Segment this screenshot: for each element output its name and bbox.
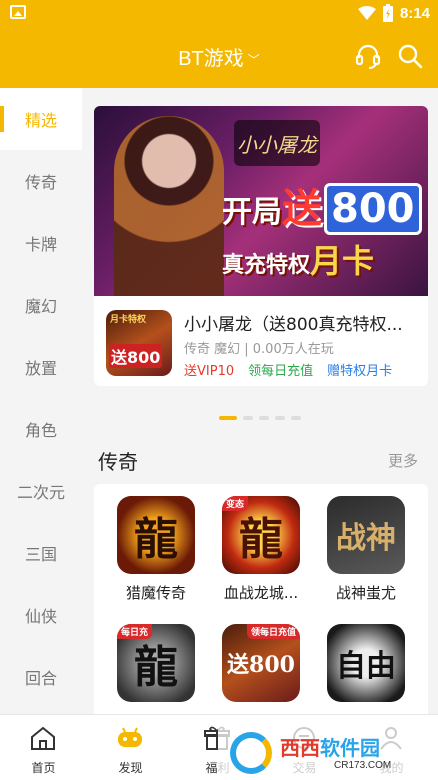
game-tile-name[interactable]: 战神蚩尤 (314, 582, 418, 603)
tab-label: 发现 (118, 761, 143, 775)
game-icon-badge: 月卡特权 (110, 315, 147, 325)
game-tag: 领每日充值 (248, 364, 314, 379)
app-header: BT游戏 ﹀ (0, 26, 438, 88)
game-tile-glyph: 自由 (336, 649, 396, 684)
game-tile-glyph: 龍 (239, 514, 283, 565)
image-icon (10, 5, 26, 19)
sidebar-item-three-kingdoms[interactable]: 三国 (0, 522, 82, 584)
featured-banner-card[interactable]: 小小屠龙 开局送 800 真充特权月卡 月卡特权 送800 小小屠龙（送800真充… (94, 106, 428, 386)
game-tile[interactable]: 自由 (314, 624, 418, 702)
game-tile-glyph: 战神 (336, 521, 396, 556)
category-sidebar: 精选 传奇 卡牌 魔幻 放置 角色 二次元 三国 仙侠 回合 (0, 88, 82, 714)
carousel-dot[interactable] (243, 416, 253, 420)
carousel-dot[interactable] (291, 416, 301, 420)
banner-game-row[interactable]: 月卡特权 送800 小小屠龙（送800真充特权... 传奇 魔幻 | 0.00万… (106, 306, 422, 379)
game-name[interactable]: 小小屠龙（送800真充特权... (184, 310, 428, 335)
section-title: 传奇 (98, 450, 138, 474)
game-tile-glyph: 龍 (134, 642, 178, 693)
banner-subheadline-month: 月卡 (310, 242, 375, 280)
status-time: 8:14 (399, 4, 430, 22)
tab-home[interactable]: 首页 (0, 715, 87, 780)
watermark-brand: 西西软件园 (280, 732, 380, 761)
sidebar-item-label: 传奇 (24, 173, 57, 192)
game-tile-icon[interactable]: 龍 变态 (222, 496, 300, 574)
game-tile-icon[interactable]: 自由 (327, 624, 405, 702)
search-icon[interactable] (396, 42, 424, 70)
game-tile-glyph: 送800 (227, 652, 295, 678)
main-content: 小小屠龙 开局送 800 真充特权月卡 月卡特权 送800 小小屠龙（送800真充… (82, 88, 438, 714)
sidebar-item-turn-based[interactable]: 回合 (0, 646, 82, 708)
game-tile-ribbon: 变态 (222, 496, 249, 511)
chevron-down-icon: ﹀ (247, 53, 260, 68)
banner-headline-prefix: 开局 (222, 195, 282, 230)
watermark-logo-icon (230, 732, 272, 774)
wifi-icon (357, 6, 376, 20)
game-tile-icon[interactable]: 送800 领每日充值 (222, 624, 300, 702)
carousel-dot[interactable] (259, 416, 269, 420)
page-title: BT游戏 (178, 48, 244, 70)
game-tile[interactable]: 战神 战神蚩尤 (314, 496, 418, 603)
game-tile[interactable]: 龍 猎魔传奇 (104, 496, 208, 603)
sidebar-item-legend[interactable]: 传奇 (0, 150, 82, 212)
sidebar-item-xianxia[interactable]: 仙侠 (0, 584, 82, 646)
game-tags: 送VIP10 领每日充值 赠特权月卡 (184, 360, 392, 379)
banner-headline: 开局送 800 (222, 176, 422, 235)
sidebar-item-label: 二次元 (16, 483, 65, 502)
banner-subheadline: 真充特权月卡 (222, 236, 374, 282)
carousel-dot-active[interactable] (219, 416, 237, 420)
gamepad-icon (118, 727, 142, 747)
banner-subheadline-prefix: 真充特权 (222, 253, 311, 278)
sidebar-item-label: 仙侠 (24, 607, 57, 626)
game-tile[interactable]: 送800 领每日充值 (209, 624, 313, 702)
banner-headline-send: 送 (282, 186, 322, 232)
game-icon[interactable]: 月卡特权 送800 (106, 310, 172, 376)
game-tile-glyph: 龍 (134, 514, 178, 565)
game-tile-icon[interactable]: 战神 (327, 496, 405, 574)
home-icon (31, 726, 55, 750)
game-tile-ribbon: 每日充 (117, 624, 153, 639)
sidebar-item-label: 卡牌 (24, 235, 57, 254)
sidebar-item-card[interactable]: 卡牌 (0, 212, 82, 274)
sidebar-item-label: 角色 (24, 421, 57, 440)
watermark-url: CR173.COM (334, 760, 392, 771)
game-meta: 传奇 魔幻 | 0.00万人在玩 (184, 342, 334, 357)
sidebar-item-idle[interactable]: 放置 (0, 336, 82, 398)
tab-label: 首页 (31, 761, 56, 775)
sidebar-item-featured[interactable]: 精选 (0, 88, 82, 150)
sidebar-item-anime[interactable]: 二次元 (0, 460, 82, 522)
tab-discover[interactable]: 发现 (87, 715, 174, 780)
sidebar-item-label: 魔幻 (24, 297, 57, 316)
game-tile[interactable]: 龍 每日充 (104, 624, 208, 702)
game-grid: 龍 猎魔传奇 龍变态 血战龙城... 战神 战神蚩尤 龍每日充 送800 领每日充… (94, 484, 428, 714)
game-icon-number: 送800 (109, 344, 163, 368)
carousel-dot[interactable] (275, 416, 285, 420)
game-tile-name[interactable]: 血战龙城... (209, 582, 313, 603)
sidebar-item-label: 精选 (24, 111, 57, 130)
site-watermark: 西西软件园 CR173.COM (218, 726, 438, 780)
status-bar: 8:14 (0, 0, 438, 26)
status-right: 8:14 (357, 3, 430, 23)
game-tag: 送VIP10 (184, 364, 235, 379)
banner-headline-number: 800 (324, 183, 422, 235)
game-tile-ribbon: 领每日充值 (246, 624, 300, 639)
sidebar-item-label: 三国 (24, 545, 57, 564)
game-tile-icon[interactable]: 龍 每日充 (117, 624, 195, 702)
carousel-indicator (82, 416, 438, 420)
section-more-link[interactable]: 更多 (388, 450, 418, 471)
watermark-brand-a: 西西 (280, 736, 320, 760)
game-tile-icon[interactable]: 龍 (117, 496, 195, 574)
sidebar-item-fantasy[interactable]: 魔幻 (0, 274, 82, 336)
banner-character-art (114, 116, 224, 296)
game-tile[interactable]: 龍 变态 血战龙城... (209, 496, 313, 603)
game-tile-name[interactable]: 猎魔传奇 (104, 582, 208, 603)
headset-icon[interactable] (354, 42, 382, 70)
sidebar-item-label: 回合 (24, 669, 57, 688)
sidebar-item-rpg[interactable]: 角色 (0, 398, 82, 460)
banner-game-logo: 小小屠龙 (234, 120, 320, 166)
watermark-brand-b: 软件园 (320, 736, 380, 760)
battery-icon (382, 4, 393, 22)
sidebar-item-label: 放置 (24, 359, 57, 378)
banner-image[interactable]: 小小屠龙 开局送 800 真充特权月卡 (94, 106, 428, 296)
game-tag: 赠特权月卡 (327, 364, 393, 379)
